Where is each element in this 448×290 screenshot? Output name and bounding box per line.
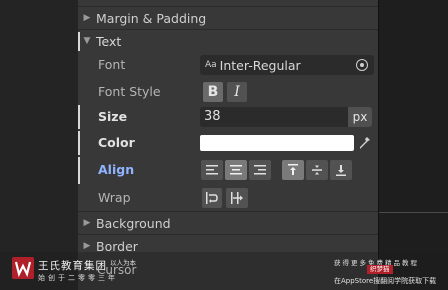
color-label: Color — [98, 135, 135, 150]
brand-logo-icon — [14, 261, 32, 278]
unit-dropdown[interactable]: px — [348, 107, 372, 127]
section-title: Background — [96, 215, 171, 231]
brand-logo — [12, 257, 34, 279]
font-label: Font — [98, 57, 126, 72]
align-center-icon — [230, 165, 242, 175]
object-picker-icon[interactable] — [356, 59, 368, 71]
color-swatch[interactable] — [200, 135, 354, 151]
align-label: Align — [98, 162, 135, 177]
wrap-label: Wrap — [98, 190, 131, 205]
align-top-icon — [288, 164, 298, 175]
wrap-button[interactable] — [202, 188, 222, 208]
inspector-panel: ▶ Margin & Padding ▼ Text Font Aa Inter-… — [78, 0, 378, 290]
font-asset-field[interactable]: Aa Inter-Regular — [200, 55, 374, 75]
align-right-icon — [254, 165, 266, 175]
font-asset-icon: Aa — [205, 60, 217, 70]
font-style-row: Font Style B I — [78, 80, 378, 104]
panel-divider[interactable] — [378, 0, 379, 290]
expand-triangle-icon: ▶ — [83, 13, 91, 23]
eyedropper-icon[interactable] — [358, 135, 372, 151]
size-row: Size 38 px — [78, 105, 378, 129]
watermark-badge: 织梦猫 — [367, 265, 393, 274]
no-wrap-icon — [231, 192, 243, 204]
font-style-label: Font Style — [98, 84, 161, 99]
section-title: Text — [96, 33, 122, 49]
align-middle-button[interactable] — [306, 160, 328, 180]
expand-triangle-icon: ▶ — [83, 218, 91, 228]
align-right-button[interactable] — [249, 160, 271, 180]
align-middle-icon — [312, 165, 322, 175]
expand-triangle-icon: ▶ — [83, 241, 91, 251]
section-text[interactable]: ▼ Text — [78, 30, 378, 52]
font-value: Inter-Regular — [219, 57, 301, 73]
align-bottom-icon — [336, 165, 346, 176]
section-title: Margin & Padding — [96, 10, 207, 26]
right-panel-divider — [379, 212, 448, 213]
wrap-icon — [206, 192, 218, 204]
right-panel — [378, 0, 448, 290]
bold-button[interactable]: B — [203, 82, 223, 102]
cursor-section-label: Cursor — [97, 263, 137, 277]
align-top-button[interactable] — [282, 160, 304, 180]
collapse-triangle-icon: ▼ — [83, 36, 91, 46]
align-row: Align — [78, 158, 378, 182]
section-margin-padding[interactable]: ▶ Margin & Padding — [78, 7, 378, 29]
align-left-button[interactable] — [201, 160, 223, 180]
font-row: Font Aa Inter-Regular — [78, 53, 378, 77]
color-row: Color — [78, 131, 378, 155]
size-value: 38 — [204, 109, 221, 124]
left-gutter — [0, 0, 78, 290]
wrap-row: Wrap — [78, 186, 378, 210]
no-wrap-button[interactable] — [226, 188, 248, 208]
size-input[interactable]: 38 — [200, 107, 348, 127]
align-center-button[interactable] — [225, 160, 247, 180]
size-label: Size — [98, 109, 128, 124]
section-background[interactable]: ▶ Background — [78, 212, 378, 234]
align-left-icon — [206, 165, 218, 175]
italic-button[interactable]: I — [227, 82, 247, 102]
align-bottom-button[interactable] — [330, 160, 352, 180]
watermark-appstore-text: 在AppStore搜翻阅学院获取下载 — [334, 277, 437, 285]
